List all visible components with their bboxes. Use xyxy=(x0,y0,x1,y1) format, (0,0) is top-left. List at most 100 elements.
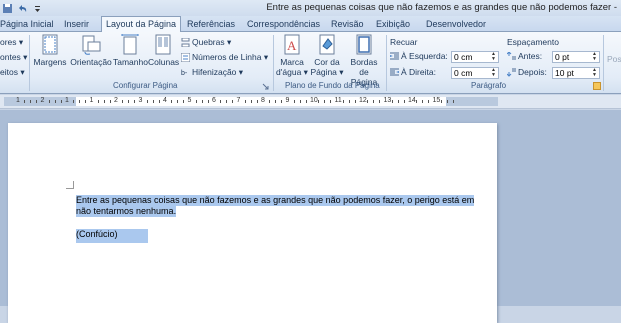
tab-inserir[interactable]: Inserir xyxy=(64,16,89,32)
document-line-2[interactable]: não tentarmos nenhuma. xyxy=(76,206,177,217)
tab-correspondencias[interactable]: Correspondências xyxy=(247,16,320,32)
quick-access-toolbar xyxy=(0,0,43,16)
espaco-antes-spinner[interactable]: 0 pt ▲ ▼ xyxy=(552,51,600,63)
theme-colors-label: ores ▾ xyxy=(0,37,24,47)
ruler-tick xyxy=(146,100,148,103)
group-separator xyxy=(273,35,274,91)
recuar-label: Recuar xyxy=(390,37,418,47)
ruler-tick xyxy=(30,100,32,103)
spinner-arrows-icon[interactable]: ▲ ▼ xyxy=(592,68,597,78)
ruler-number: 14 xyxy=(408,97,416,104)
ruler-tick xyxy=(226,100,228,103)
quebras-button[interactable]: Quebras ▾ xyxy=(181,37,231,48)
tab-layout-da-pagina[interactable]: Layout da Página xyxy=(101,16,182,33)
ruler-number: 2 xyxy=(114,97,118,104)
numeros-de-linha-label: Números de Linha ▾ xyxy=(192,52,269,62)
configurar-pagina-dialog-launcher[interactable] xyxy=(262,82,271,91)
espaco-antes-row: Antes: xyxy=(506,50,543,61)
tab-pagina-inicial[interactable]: Página Inicial xyxy=(0,16,54,32)
indent-left-icon xyxy=(390,52,399,61)
horizontal-ruler[interactable]: 1 2 1 1 2 3 4 5 6 7 8 9 10 11 12 13 14 15 xyxy=(0,95,621,109)
margens-button[interactable]: Margens xyxy=(33,34,67,67)
bordas-de-pagina-button[interactable]: Bordas de Página xyxy=(346,34,382,87)
recuo-esquerda-value: 0 cm xyxy=(454,52,473,62)
spacing-before-icon xyxy=(506,50,516,61)
svg-text:b-: b- xyxy=(181,70,188,77)
espaco-antes-label: Antes: xyxy=(518,51,543,61)
configurar-pagina-group-label: Configurar Página xyxy=(113,81,178,90)
ruler-number: 6 xyxy=(212,97,216,104)
ruler-tick xyxy=(97,100,99,103)
cor-da-pagina-button[interactable]: Cor da Página ▾ xyxy=(310,34,344,78)
hifenizacao-button[interactable]: b- Hifenização ▾ xyxy=(181,67,243,78)
spinner-arrows-icon[interactable]: ▲ ▼ xyxy=(491,52,496,62)
marca-dagua-button[interactable]: A Marca d'água ▾ xyxy=(276,34,308,78)
numeros-de-linha-button[interactable]: Números de Linha ▾ xyxy=(180,52,269,63)
columns-icon xyxy=(153,34,173,56)
spinner-arrows-icon[interactable]: ▲ ▼ xyxy=(491,68,496,78)
theme-effects-label: eitos ▾ xyxy=(0,67,25,77)
espaco-depois-spinner[interactable]: 10 pt ▲ ▼ xyxy=(552,67,600,79)
ruler-number: 5 xyxy=(187,97,192,104)
undo-icon[interactable] xyxy=(17,3,28,14)
ruler-number: 13 xyxy=(383,97,392,104)
posicao-label: Pos xyxy=(607,54,621,64)
ribbon: ores ▾ ontes ▾ eitos ▾ Margens Orientaçã… xyxy=(0,32,621,94)
recuar-heading: Recuar xyxy=(390,37,417,47)
tab-revisao[interactable]: Revisão xyxy=(331,16,364,32)
document-line-3[interactable]: (Confúcio) xyxy=(76,229,148,243)
breaks-icon xyxy=(181,37,190,48)
ruler-tick xyxy=(275,100,277,103)
tab-desenvolvedor[interactable]: Desenvolvedor xyxy=(426,16,486,32)
theme-effects-dropdown[interactable]: eitos ▾ xyxy=(0,67,25,78)
recuo-esquerda-row: À Esquerda: xyxy=(390,51,448,61)
ruler-tick xyxy=(207,100,209,103)
ruler-tick xyxy=(354,100,356,103)
recuo-direita-row: À Direita: xyxy=(390,67,436,77)
ruler-tick xyxy=(36,100,38,103)
customize-qat-icon[interactable] xyxy=(32,3,43,14)
spinner-arrows-icon[interactable]: ▲ ▼ xyxy=(592,52,597,62)
ruler-tick xyxy=(269,100,271,103)
ruler-tick xyxy=(152,100,154,103)
ruler-number: 4 xyxy=(163,97,167,104)
theme-colors-dropdown[interactable]: ores ▾ xyxy=(0,37,23,48)
recuo-esquerda-label: À Esquerda: xyxy=(401,51,448,61)
save-icon[interactable] xyxy=(2,3,13,14)
ruler-tick xyxy=(281,100,283,103)
ruler-tick xyxy=(109,100,111,103)
recuo-direita-spinner[interactable]: 0 cm ▲ ▼ xyxy=(451,67,499,79)
group-separator xyxy=(603,35,604,91)
paragrafo-group-label: Parágrafo xyxy=(471,81,507,90)
ruler-tick xyxy=(348,100,350,103)
page-borders-icon xyxy=(354,34,374,56)
tamanho-button[interactable]: Tamanho xyxy=(113,34,148,67)
orientacao-button[interactable]: Orientação xyxy=(70,34,112,67)
document-area[interactable]: Entre as pequenas coisas que não fazemos… xyxy=(0,110,621,323)
document-page[interactable]: Entre as pequenas coisas que não fazemos… xyxy=(8,123,497,323)
ruler-tick xyxy=(177,100,179,103)
theme-fonts-dropdown[interactable]: ontes ▾ xyxy=(0,52,27,63)
paragrafo-dialog-launcher[interactable] xyxy=(593,82,601,90)
ruler-number: 8 xyxy=(261,97,265,104)
ruler-tick xyxy=(318,100,320,103)
dialog-launcher-icon xyxy=(262,82,271,91)
document-line-1[interactable]: Entre as pequenas coisas que não fazemos… xyxy=(76,195,475,206)
espaco-depois-label: Depois: xyxy=(518,67,547,77)
espaco-antes-value: 0 pt xyxy=(555,52,570,62)
ruler-tick xyxy=(244,100,246,103)
ruler-number: 1 xyxy=(65,97,69,104)
posicao-button-cut[interactable]: Pos xyxy=(607,54,621,64)
ruler-number: 1 xyxy=(89,97,94,104)
colunas-button[interactable]: Colunas xyxy=(148,34,179,67)
margins-icon xyxy=(40,34,60,56)
espacamento-label: Espaçamento xyxy=(507,37,559,47)
espaco-depois-value: 10 pt xyxy=(555,68,574,78)
tab-referencias[interactable]: Referências xyxy=(187,16,235,32)
ruler-tick xyxy=(367,100,369,103)
ruler-tick xyxy=(158,100,160,103)
tab-exibicao[interactable]: Exibição xyxy=(376,16,410,32)
group-separator xyxy=(386,35,387,91)
recuo-esquerda-spinner[interactable]: 0 cm ▲ ▼ xyxy=(451,51,499,63)
ruler-tick xyxy=(201,100,203,103)
